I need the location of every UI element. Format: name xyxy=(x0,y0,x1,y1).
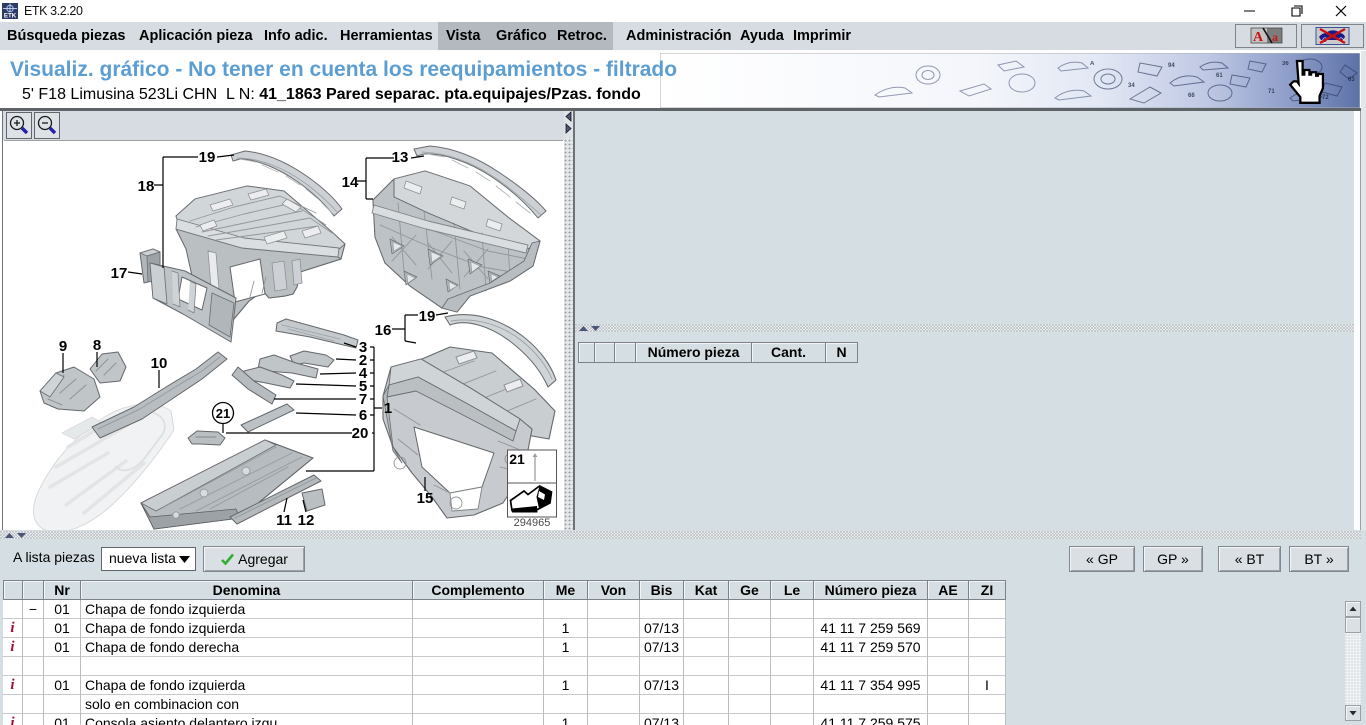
svg-text:17: 17 xyxy=(111,265,128,282)
svg-text:16: 16 xyxy=(375,322,392,339)
svg-text:294965: 294965 xyxy=(514,517,551,529)
svg-text:72: 72 xyxy=(1322,95,1329,101)
svg-text:12: 12 xyxy=(298,512,315,529)
svg-text:19: 19 xyxy=(419,308,436,325)
svg-text:20: 20 xyxy=(352,425,369,442)
svg-text:71: 71 xyxy=(1268,89,1275,95)
svg-text:19: 19 xyxy=(199,149,216,166)
svg-text:34: 34 xyxy=(1128,83,1135,89)
svg-text:9: 9 xyxy=(59,338,67,355)
svg-text:6: 6 xyxy=(359,407,367,424)
svg-text:66: 66 xyxy=(1188,93,1195,99)
svg-text:10: 10 xyxy=(151,355,168,372)
svg-text:14: 14 xyxy=(342,174,359,191)
svg-text:ETK: ETK xyxy=(4,13,17,20)
svg-text:21: 21 xyxy=(216,406,230,421)
svg-text:36: 36 xyxy=(1282,61,1289,67)
svg-text:A: A xyxy=(1253,30,1264,45)
svg-text:15: 15 xyxy=(417,490,434,507)
svg-text:63: 63 xyxy=(1348,77,1355,83)
svg-text:A: A xyxy=(1090,61,1095,67)
svg-text:18: 18 xyxy=(138,178,155,195)
svg-text:8: 8 xyxy=(93,337,101,354)
svg-text:94: 94 xyxy=(1168,63,1175,69)
svg-text:a: a xyxy=(1272,30,1278,44)
svg-text:11: 11 xyxy=(276,512,292,529)
svg-text:1: 1 xyxy=(384,400,392,417)
svg-text:13: 13 xyxy=(392,149,409,166)
svg-text:7: 7 xyxy=(359,391,367,408)
svg-text:21: 21 xyxy=(509,451,525,467)
svg-text:61: 61 xyxy=(1216,73,1223,79)
